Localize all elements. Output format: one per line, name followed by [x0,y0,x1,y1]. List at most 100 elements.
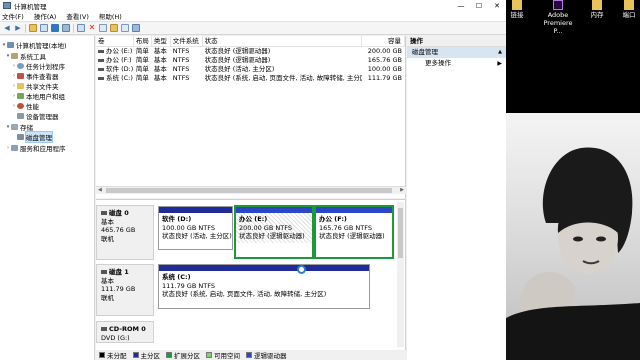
desktop-icon-port[interactable]: 端口 [618,0,640,19]
tree-label: 本地用户和组 [26,92,65,101]
tree-item-system-tools[interactable]: ▾ 系统工具 [5,51,46,61]
desktop-area: 链接 Adobe Premiere P... 内存 端口 [506,0,640,360]
folder-icon [592,0,602,10]
column-header-status[interactable]: 状态 [203,36,363,46]
properties-icon[interactable] [62,24,70,32]
disk-icon [101,211,107,215]
scroll-left-icon[interactable]: ◀ [98,187,102,193]
cdrom-icon [101,327,107,331]
partition-e[interactable]: 办公 (E:) 200.00 GB NTFS 状态良好 (逻辑驱动器) [234,205,314,259]
folder-icon[interactable] [29,24,37,32]
tree-label: 磁盘管理 [25,130,53,143]
settings-icon[interactable] [132,24,140,32]
partition-c[interactable]: 系统 (C:) 111.79 GB NTFS 状态良好 (系统, 启动, 页面文… [158,264,370,309]
disk-1-info[interactable]: 磁盘 1 基本 111.79 GB 联机 [96,264,154,316]
delete-icon[interactable]: ✕ [88,24,96,32]
column-header-volume[interactable]: 卷 [96,36,134,46]
table-row[interactable]: 软件 (D:) 简单 基本 NTFS 状态良好 (活动, 主分区) 100.00… [96,65,405,74]
legend-label: 主分区 [140,352,161,360]
search-icon[interactable] [121,24,129,32]
volume-icon [98,49,104,53]
table-row[interactable]: 办公 (E:) 简单 基本 NTFS 状态良好 (逻辑驱动器) 200.00 G… [96,47,405,56]
partition-status: 状态良好 (逻辑驱动器) [239,232,305,240]
scrollbar-thumb[interactable] [106,188,392,193]
disk-1-state: 联机 [101,293,114,302]
open-folder-icon[interactable] [110,24,118,32]
minimize-button[interactable]: — [452,2,470,10]
column-header-type[interactable]: 类型 [152,36,171,46]
tree-item-device-manager[interactable]: 设备管理器 [11,111,59,121]
tree-item-event-viewer[interactable]: › 事件查看器 [11,71,59,81]
partition-f[interactable]: 办公 (F:) 165.76 GB NTFS 状态良好 (逻辑驱动器) [314,205,394,259]
volume-capacity: 111.79 GB [367,74,402,82]
table-row[interactable]: 系统 (C:) 简单 基本 NTFS 状态良好 (系统, 启动, 页面文件, 活… [96,74,405,83]
disk-graphical-view: 磁盘 0 基本 465.76 GB 联机 软件 (D:) 100.00 GB N… [96,199,406,360]
column-header-layout[interactable]: 布局 [134,36,152,46]
device-manager-icon [17,112,24,119]
menu-file[interactable]: 文件(F) [2,11,24,21]
maximize-button[interactable]: ☐ [470,2,488,10]
volume-capacity: 100.00 GB [367,65,402,73]
tree-item-task-scheduler[interactable]: › 任务计划程序 [11,61,65,71]
disk-0-info[interactable]: 磁盘 0 基本 465.76 GB 联机 [96,205,154,260]
tree-item-services[interactable]: › 服务和应用程序 [5,143,66,153]
disk-icon[interactable] [77,24,85,32]
tree-label: 设备管理器 [26,112,59,121]
tree-item-storage[interactable]: ▾ 存储 [5,122,33,132]
more-actions-item[interactable]: 更多操作 ▶ [407,58,506,69]
volume-list: 卷 布局 类型 文件系统 状态 容量 办公 (E:) 简单 基本 NTFS 状态… [96,36,406,198]
list-view-icon[interactable] [40,24,48,32]
menu-help[interactable]: 帮助(H) [99,11,122,21]
tree-label: 系统工具 [20,52,46,61]
column-header-filesystem[interactable]: 文件系统 [171,36,203,46]
vertical-scrollbar[interactable] [397,202,404,347]
volume-icon [98,67,104,71]
tree-label: 存储 [20,123,33,132]
volume-status: 状态良好 (逻辑驱动器) [204,56,271,64]
toolbar-separator [73,23,74,33]
horizontal-scrollbar[interactable]: ◀ ▶ [96,186,406,194]
volume-filesystem: NTFS [172,56,190,64]
tree-label: 服务和应用程序 [20,144,66,153]
volume-layout: 简单 [135,74,149,82]
back-arrow-icon[interactable]: ◀ [3,24,11,32]
tree-item-root[interactable]: ▾ 计算机管理(本地) [1,40,67,50]
tree-item-shared-folders[interactable]: › 共享文件夹 [11,81,59,91]
tree-item-performance[interactable]: › 性能 [11,101,39,111]
disk-1-type: 基本 [101,276,114,285]
volume-type: 基本 [153,74,167,82]
close-button[interactable]: ✕ [488,2,506,10]
volume-name: 系统 (C:) [106,74,133,82]
desktop-icon-memory[interactable]: 内存 [586,0,608,19]
menu-view[interactable]: 查看(V) [66,11,89,21]
legend-label: 扩展分区 [174,352,200,360]
scrollbar-thumb[interactable] [398,208,403,258]
legend-label: 可用空间 [214,352,240,360]
volume-status: 状态良好 (逻辑驱动器) [204,47,271,55]
volume-layout: 简单 [135,65,149,73]
volume-icon [98,76,104,80]
volume-status: 状态良好 (活动, 主分区) [204,65,275,73]
help-icon[interactable] [51,24,59,32]
premiere-icon [553,0,563,10]
collapse-up-icon[interactable]: ▲ [498,47,502,58]
actions-pane: 操作 磁盘管理 ▲ 更多操作 ▶ [407,36,506,360]
check-disk-icon[interactable] [99,24,107,32]
volume-type: 基本 [153,56,167,64]
tree-label: 共享文件夹 [26,82,59,91]
desktop-icon-premiere[interactable]: Adobe Premiere P... [539,0,577,35]
column-header-capacity[interactable]: 容量 [362,36,405,46]
actions-section-disk-management[interactable]: 磁盘管理 ▲ [407,47,506,58]
wallpaper-photo [506,113,640,360]
table-row[interactable]: 办公 (F:) 简单 基本 NTFS 状态良好 (逻辑驱动器) 165.76 G… [96,56,405,65]
tree-item-local-users[interactable]: › 本地用户和组 [11,91,65,101]
forward-arrow-icon[interactable]: ▶ [14,24,22,32]
legend-swatch-free [206,352,212,358]
partition-d[interactable]: 软件 (D:) 100.00 GB NTFS 状态良好 (活动, 主分区) [158,206,233,250]
menu-action[interactable]: 操作(A) [34,11,57,21]
scroll-right-icon[interactable]: ▶ [400,187,404,193]
desktop-icon-link[interactable]: 链接 [506,0,528,19]
section-label: 磁盘管理 [412,48,438,56]
tree-item-disk-management[interactable]: 磁盘管理 [11,130,53,143]
cdrom-0-info[interactable]: CD-ROM 0 DVD (G:) [96,321,154,343]
